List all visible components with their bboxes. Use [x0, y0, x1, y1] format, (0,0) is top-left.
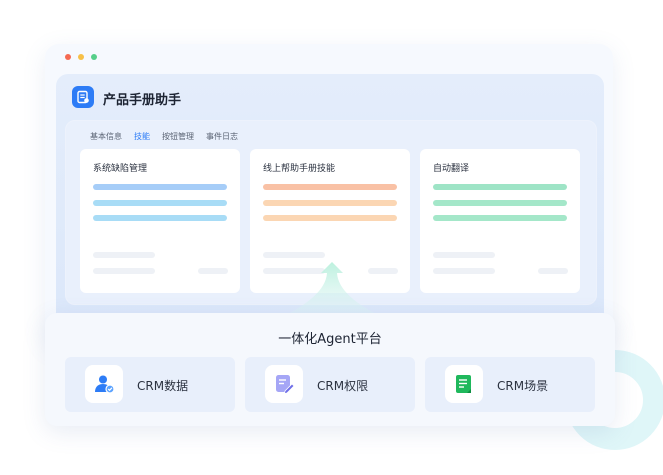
tab-skills[interactable]: 技能	[134, 131, 150, 142]
document-icon	[72, 86, 94, 108]
user-icon	[85, 365, 123, 403]
crm-permission-card[interactable]: CRM权限	[245, 357, 415, 412]
skill-bar	[263, 200, 397, 206]
skill-card-translation[interactable]: 自动翻译	[420, 149, 580, 293]
skill-bar	[433, 215, 567, 221]
skill-bar	[93, 184, 227, 190]
window-controls	[65, 54, 97, 60]
tab-event-log[interactable]: 事件日志	[206, 131, 238, 142]
skill-card-title: 系统缺陷管理	[93, 164, 148, 174]
skill-card-title: 自动翻译	[433, 164, 470, 174]
minimize-dot[interactable]	[78, 54, 84, 60]
placeholder-bar	[538, 268, 568, 274]
skill-bar	[93, 200, 227, 206]
sheet-icon	[445, 365, 483, 403]
tab-bar: 基本信息 技能 按钮管理 事件日志	[90, 131, 238, 142]
skill-card-defect[interactable]: 系统缺陷管理	[80, 149, 240, 293]
skill-bar	[433, 200, 567, 206]
skill-bar	[263, 184, 397, 190]
up-arrow-icon	[280, 262, 384, 318]
crm-scenario-card[interactable]: CRM场景	[425, 357, 595, 412]
platform-title: 一体化Agent平台	[278, 332, 382, 347]
placeholder-bar	[198, 268, 228, 274]
placeholder-bar	[93, 252, 155, 258]
placeholder-bar	[263, 252, 325, 258]
tab-basic-info[interactable]: 基本信息	[90, 131, 122, 142]
crm-scenario-label: CRM场景	[497, 379, 549, 393]
skill-bar	[433, 184, 567, 190]
crm-data-card[interactable]: CRM数据	[65, 357, 235, 412]
app-title: 产品手册助手	[103, 93, 182, 108]
close-dot[interactable]	[65, 54, 71, 60]
maximize-dot[interactable]	[91, 54, 97, 60]
agent-platform-card: 一体化Agent平台 CRM数据 CRM权限 CRM场景	[45, 313, 615, 426]
crm-data-label: CRM数据	[137, 379, 189, 393]
placeholder-bar	[433, 252, 495, 258]
skill-card-title: 线上帮助手册技能	[263, 164, 336, 174]
crm-permission-label: CRM权限	[317, 379, 369, 393]
edit-icon	[265, 365, 303, 403]
skill-bar	[263, 215, 397, 221]
placeholder-bar	[93, 268, 155, 274]
placeholder-bar	[433, 268, 495, 274]
skill-bar	[93, 215, 227, 221]
tab-button-management[interactable]: 按钮管理	[162, 131, 194, 142]
